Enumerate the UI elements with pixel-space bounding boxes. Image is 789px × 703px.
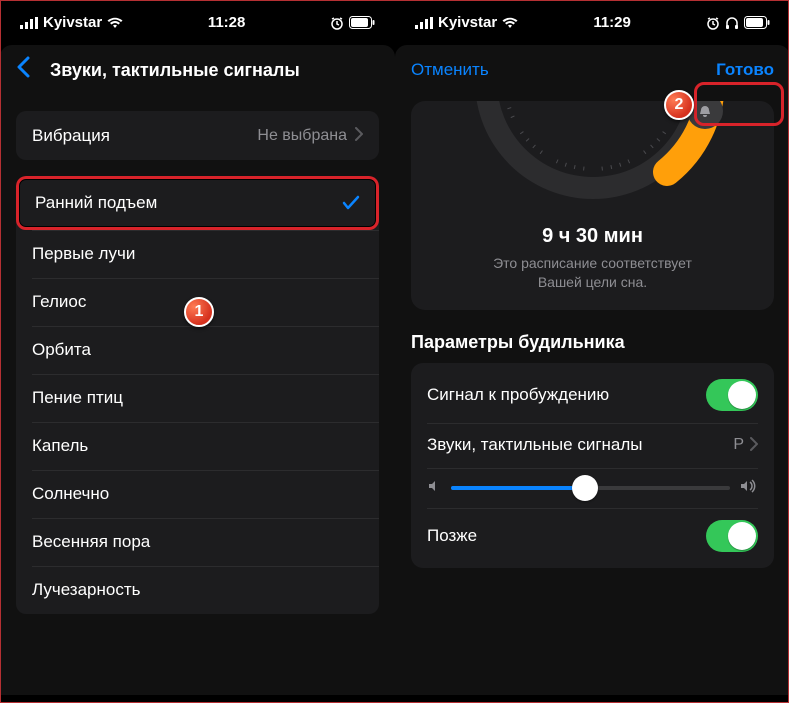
sound-option[interactable]: Орбита (16, 326, 379, 374)
duration-text: 9 ч 30 мин (411, 225, 774, 248)
battery-icon (744, 16, 770, 29)
sound-option-label: Пение птиц (32, 388, 123, 408)
sound-option[interactable]: Ранний подъем (16, 176, 379, 230)
sound-list: Ранний подъем Первые лучи Гелиос Орбита Пени… (16, 176, 379, 614)
battery-icon (349, 16, 375, 29)
vibration-row[interactable]: Вибрация Не выбрана (16, 111, 379, 160)
sound-option[interactable]: Лучезарность (16, 566, 379, 614)
status-bar: Kyivstar 11:28 (0, 0, 395, 37)
checkmark-icon (342, 195, 360, 211)
carrier-text: Kyivstar (43, 14, 102, 31)
clock-text: 11:29 (593, 14, 631, 31)
sound-option[interactable]: Первые лучи (16, 230, 379, 278)
alarm-params-group: Сигнал к пробуждению Звуки, тактильные с… (411, 363, 774, 568)
vibration-group: Вибрация Не выбрана (16, 111, 379, 160)
wifi-icon (502, 17, 518, 29)
sound-option-label: Капель (32, 436, 88, 456)
back-chevron-icon[interactable] (16, 56, 30, 85)
wake-signal-row: Сигнал к пробуждению (411, 367, 774, 423)
volume-row (411, 468, 774, 508)
page-title: Звуки, тактильные сигналы (50, 60, 345, 81)
phone-right-screen: Kyivstar 11:29 Отменить Готово (395, 0, 789, 703)
clock-text: 11:28 (208, 14, 246, 31)
sound-option[interactable]: Капель (16, 422, 379, 470)
vibration-value: Не выбрана (257, 127, 347, 145)
chevron-right-icon (750, 435, 758, 456)
sounds-sheet: Звуки, тактильные сигналы Вибрация Не вы… (0, 45, 395, 695)
sound-option-label: Лучезарность (32, 580, 140, 600)
sleep-dial-card: 12 9 ч 30 мин Это расписание соответству… (411, 101, 774, 310)
annotation-badge-1: 1 (184, 297, 214, 327)
signal-icon (20, 17, 38, 29)
status-bar: Kyivstar 11:29 (395, 0, 789, 37)
alarm-icon (330, 16, 344, 30)
sound-option-label: Солнечно (32, 484, 109, 504)
vibration-label: Вибрация (32, 126, 110, 146)
carrier-text: Kyivstar (438, 14, 497, 31)
sound-option[interactable]: Пение птиц (16, 374, 379, 422)
sound-option[interactable]: Солнечно (16, 470, 379, 518)
volume-high-icon (740, 478, 758, 498)
annotation-badge-2: 2 (664, 90, 694, 120)
wake-signal-toggle[interactable] (706, 379, 758, 411)
volume-slider[interactable] (451, 486, 730, 490)
duration-subtext: Это расписание соответствует Вашей цели … (411, 254, 774, 292)
volume-low-icon (427, 478, 441, 498)
alarm-icon (706, 16, 720, 30)
sound-option-label: Весенняя пора (32, 532, 150, 552)
sound-option-label: Ранний подъем (35, 193, 157, 213)
snooze-toggle[interactable] (706, 520, 758, 552)
done-button[interactable]: Готово (716, 60, 774, 80)
schedule-sheet: Отменить Готово (395, 45, 789, 695)
nav-bar: Звуки, тактильные сигналы (0, 45, 395, 95)
sounds-row-value: Р (733, 436, 744, 454)
wifi-icon (107, 17, 123, 29)
wake-signal-label: Сигнал к пробуждению (427, 385, 706, 405)
snooze-label: Позже (427, 526, 706, 546)
snooze-row: Позже (411, 508, 774, 564)
sound-option-label: Первые лучи (32, 244, 135, 264)
sounds-row-label: Звуки, тактильные сигналы (427, 435, 733, 455)
annotation-highlight-done (694, 82, 784, 126)
alarm-params-title: Параметры будильника (411, 332, 774, 353)
headphones-icon (725, 16, 739, 30)
cancel-button[interactable]: Отменить (411, 60, 489, 80)
signal-icon (415, 17, 433, 29)
sound-option[interactable]: Весенняя пора (16, 518, 379, 566)
chevron-right-icon (355, 125, 363, 146)
sound-option-label: Орбита (32, 340, 91, 360)
sounds-row[interactable]: Звуки, тактильные сигналы Р (411, 423, 774, 468)
phone-left-screen: Kyivstar 11:28 Звуки, тактильные сигналы… (0, 0, 395, 703)
sound-option-label: Гелиос (32, 292, 86, 312)
